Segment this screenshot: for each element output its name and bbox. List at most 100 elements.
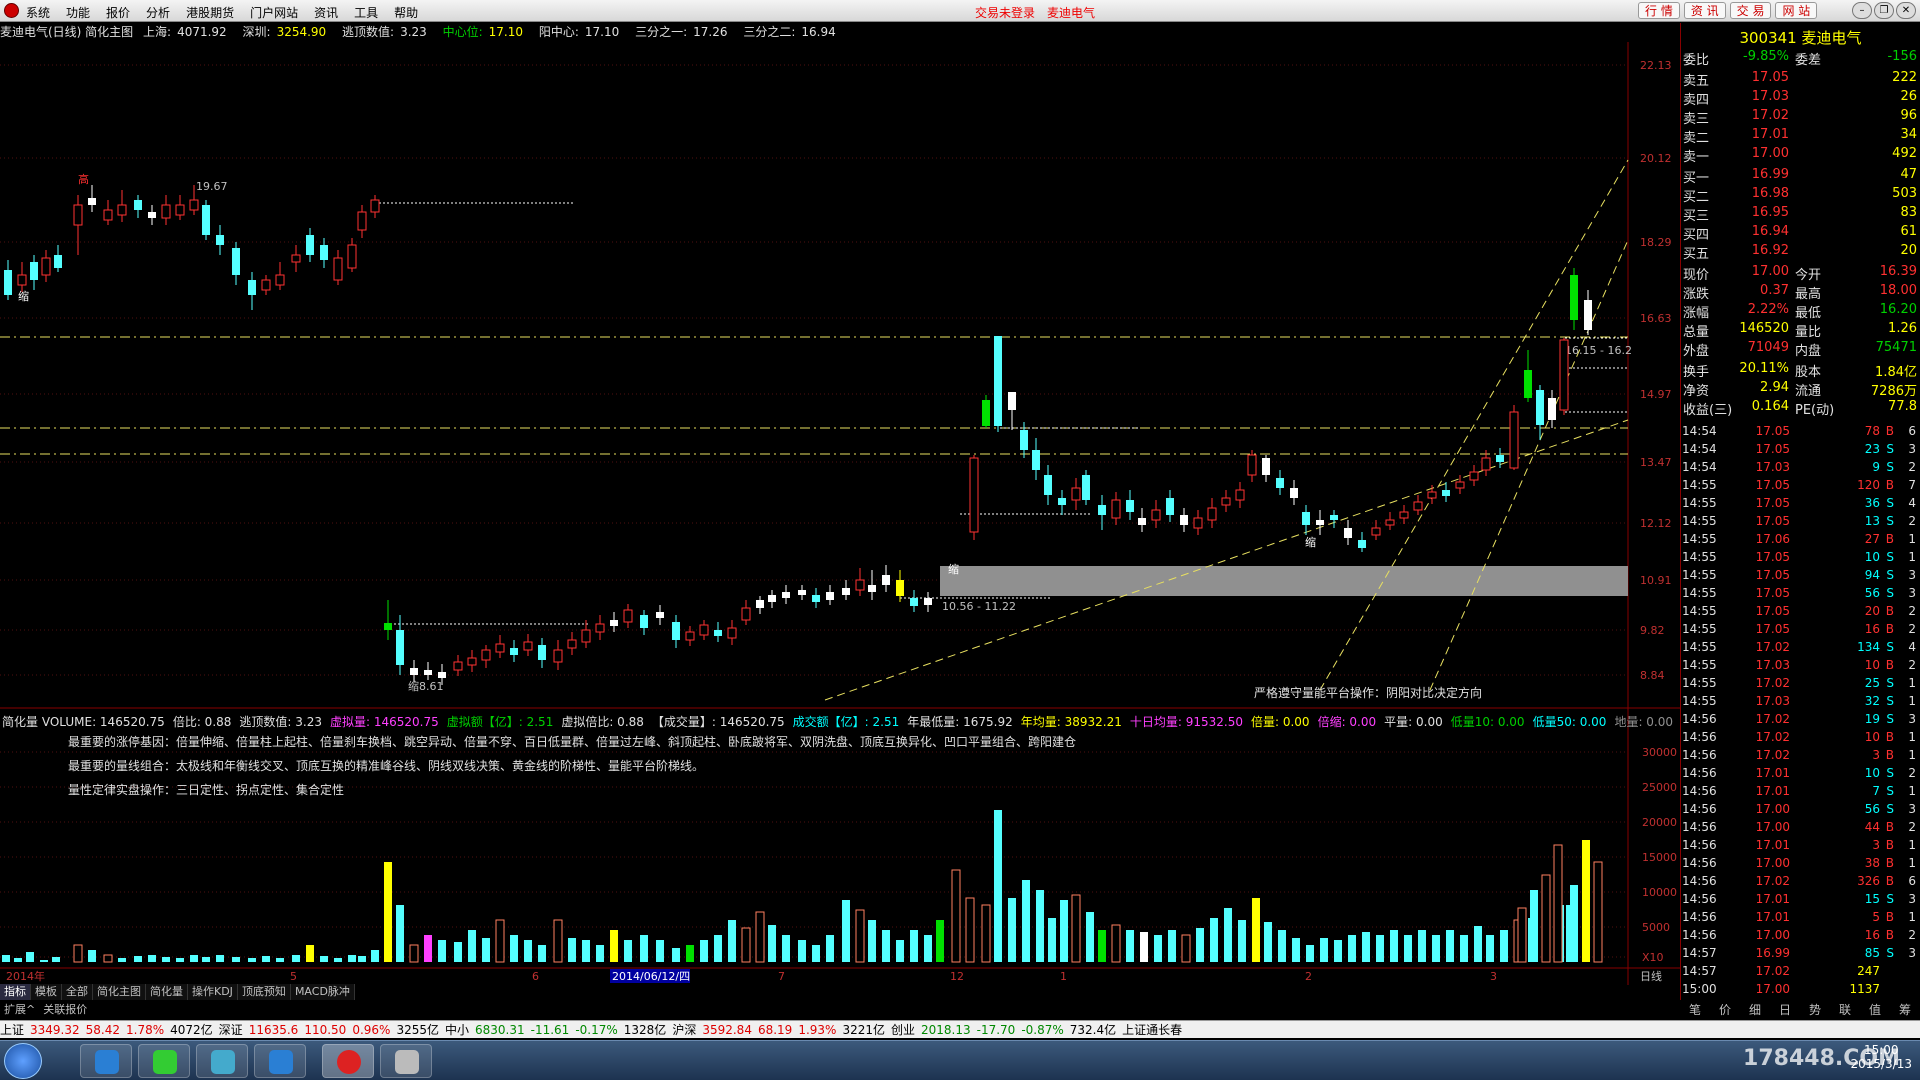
buy-row-3[interactable]: 买四 16.94 61 bbox=[1683, 224, 1919, 243]
panel-tab-7[interactable]: 筹 bbox=[1890, 1001, 1920, 1018]
volume-bar-down bbox=[896, 940, 904, 962]
tab-all[interactable]: 全部 bbox=[62, 984, 93, 1000]
tick-time: 14:55 bbox=[1682, 640, 1717, 654]
menu-function[interactable]: 功能 bbox=[66, 4, 90, 21]
candle-body-up bbox=[117, 204, 127, 216]
panel-tab-1[interactable]: 价 bbox=[1710, 1001, 1740, 1018]
stat-value: 2.22% bbox=[1747, 302, 1789, 317]
tick-count: 4 bbox=[1908, 496, 1916, 510]
order-ratio-row[interactable]: 委比 -9.85% 委差 -156 bbox=[1683, 49, 1919, 68]
volume-stat-11: 倍量: 0.00 bbox=[1250, 715, 1310, 729]
status-item-4: 4072亿 bbox=[170, 1023, 213, 1037]
buy-row-1[interactable]: 买二 16.98 503 bbox=[1683, 186, 1919, 205]
tick-time: 14:56 bbox=[1682, 856, 1717, 870]
menu-tools[interactable]: 工具 bbox=[354, 4, 378, 21]
candle-body-down bbox=[910, 598, 918, 606]
ie-icon bbox=[95, 1050, 119, 1074]
buy-label: 买一 bbox=[1683, 171, 1710, 186]
panel-tab-5[interactable]: 联 bbox=[1830, 1001, 1860, 1018]
system-clock[interactable]: 15:00 2015/3/13 bbox=[1850, 1043, 1912, 1071]
panel-tab-3[interactable]: 日 bbox=[1770, 1001, 1800, 1018]
menu-news[interactable]: 资讯 bbox=[314, 4, 338, 21]
sell-row-2[interactable]: 卖三 17.02 96 bbox=[1683, 108, 1919, 127]
stat-row-2[interactable]: 涨幅 2.22% 最低 16.20 bbox=[1683, 302, 1919, 321]
stock-app-taskbar-button[interactable] bbox=[322, 1044, 374, 1078]
candle-body-up bbox=[727, 627, 737, 639]
sell-row-0[interactable]: 卖五 17.05 222 bbox=[1683, 70, 1919, 89]
stat-row-7[interactable]: 收益(三) 0.164 PE(动) 77.8 bbox=[1683, 399, 1919, 418]
restore-icon[interactable]: ❐ bbox=[1874, 2, 1894, 19]
ie-taskbar-button-2[interactable] bbox=[254, 1044, 306, 1078]
menu-system[interactable]: 系统 bbox=[26, 4, 50, 21]
menu-portal[interactable]: 门户网站 bbox=[250, 4, 298, 21]
tab-expand[interactable]: 扩展^ bbox=[0, 1001, 39, 1016]
stat-row-5[interactable]: 换手 20.11% 股本 1.84亿 bbox=[1683, 361, 1919, 380]
candle-body-up bbox=[1151, 509, 1161, 521]
volume-bar-down bbox=[510, 935, 518, 962]
panel-tab-4[interactable]: 势 bbox=[1800, 1001, 1830, 1018]
stat-row-3[interactable]: 总量 146520 量比 1.26 bbox=[1683, 321, 1919, 340]
buy-row-0[interactable]: 买一 16.99 47 bbox=[1683, 167, 1919, 186]
quote-button[interactable]: 行 情 bbox=[1638, 2, 1680, 19]
tab-macd[interactable]: MACD脉冲 bbox=[290, 984, 355, 1000]
stat-value-2: 1.84亿 bbox=[1875, 365, 1917, 380]
tab-indicator[interactable]: 指标 bbox=[0, 984, 31, 1000]
app-taskbar-button-1[interactable] bbox=[138, 1044, 190, 1078]
menu-help[interactable]: 帮助 bbox=[394, 4, 418, 21]
tab-template[interactable]: 模板 bbox=[31, 984, 62, 1000]
buy-row-4[interactable]: 买五 16.92 20 bbox=[1683, 243, 1919, 262]
tab-kdj[interactable]: 操作KDJ bbox=[188, 984, 238, 1000]
panel-tab-6[interactable]: 值 bbox=[1860, 1001, 1890, 1018]
trend-line bbox=[1429, 239, 1629, 691]
menu-analysis[interactable]: 分析 bbox=[146, 4, 170, 21]
os-taskbar: 178448.COM 15:00 2015/3/13 bbox=[0, 1040, 1920, 1080]
tick-volume: 20 bbox=[1864, 604, 1880, 618]
trade-login-status[interactable]: 交易未登录 bbox=[975, 4, 1035, 21]
tick-side: S bbox=[1886, 766, 1894, 780]
candle-body-down bbox=[994, 336, 1002, 426]
sell-label: 卖一 bbox=[1683, 150, 1710, 165]
kline-chart[interactable]: 22.13 20.12 18.29 16.63 14.97 13.47 12.12 10.91… bbox=[0, 0, 1920, 1080]
tick-count: 2 bbox=[1908, 604, 1916, 618]
stat-row-4[interactable]: 外盘 71049 内盘 75471 bbox=[1683, 340, 1919, 359]
candle-body-down bbox=[1316, 520, 1324, 525]
stat-row-6[interactable]: 净资 2.94 流通 7286万 bbox=[1683, 380, 1919, 399]
menu-hk-futures[interactable]: 港股期货 bbox=[186, 4, 234, 21]
trade-button[interactable]: 交 易 bbox=[1729, 2, 1772, 19]
panel-tab-0[interactable]: 笔 bbox=[1680, 1001, 1710, 1018]
tab-related-quote[interactable]: 关联报价 bbox=[39, 1001, 91, 1016]
clock-date: 2015/3/13 bbox=[1850, 1057, 1912, 1071]
app-taskbar-button-2[interactable] bbox=[196, 1044, 248, 1078]
news-button[interactable]: 资 讯 bbox=[1683, 2, 1726, 19]
minimize-icon[interactable]: – bbox=[1852, 2, 1872, 19]
tab-simple-volume[interactable]: 简化量 bbox=[146, 984, 188, 1000]
stat-label-2: 今开 bbox=[1795, 268, 1822, 283]
sell-price: 17.02 bbox=[1751, 108, 1789, 123]
stat-row-0[interactable]: 现价 17.00 今开 16.39 bbox=[1683, 264, 1919, 283]
app-taskbar-button-3[interactable] bbox=[380, 1044, 432, 1078]
volume-tick-label: 15000 bbox=[1642, 851, 1677, 864]
stock-name: 麦迪电气 bbox=[1801, 29, 1862, 47]
panel-tab-2[interactable]: 细 bbox=[1740, 1001, 1770, 1018]
sell-row-1[interactable]: 卖四 17.03 26 bbox=[1683, 89, 1919, 108]
volume-bar-down bbox=[248, 958, 256, 962]
stat-row-1[interactable]: 涨跌 0.37 最高 18.00 bbox=[1683, 283, 1919, 302]
tab-simple-main[interactable]: 简化主图 bbox=[93, 984, 146, 1000]
volume-bar-down bbox=[134, 956, 142, 962]
sell-row-4[interactable]: 卖一 17.00 492 bbox=[1683, 146, 1919, 165]
start-button[interactable] bbox=[4, 1043, 42, 1079]
ie-taskbar-button[interactable] bbox=[80, 1044, 132, 1078]
tab-top-bottom[interactable]: 顶底预知 bbox=[237, 984, 291, 1000]
website-button[interactable]: 网 站 bbox=[1775, 2, 1818, 19]
buy-row-2[interactable]: 买三 16.95 83 bbox=[1683, 205, 1919, 224]
stat-label-2: 流通 bbox=[1795, 384, 1822, 399]
tick-volume: 16 bbox=[1864, 928, 1880, 942]
tick-row: 14:56 17.01 10 S 2 bbox=[1682, 766, 1918, 784]
volume-bar-down bbox=[306, 945, 314, 962]
volume-bar-down bbox=[1474, 926, 1482, 962]
menu-quote[interactable]: 报价 bbox=[106, 4, 130, 21]
close-icon[interactable]: ✕ bbox=[1896, 2, 1916, 19]
volume-bar-up bbox=[1181, 934, 1191, 963]
sell-row-3[interactable]: 卖二 17.01 34 bbox=[1683, 127, 1919, 146]
stat-label: 涨幅 bbox=[1683, 306, 1710, 321]
